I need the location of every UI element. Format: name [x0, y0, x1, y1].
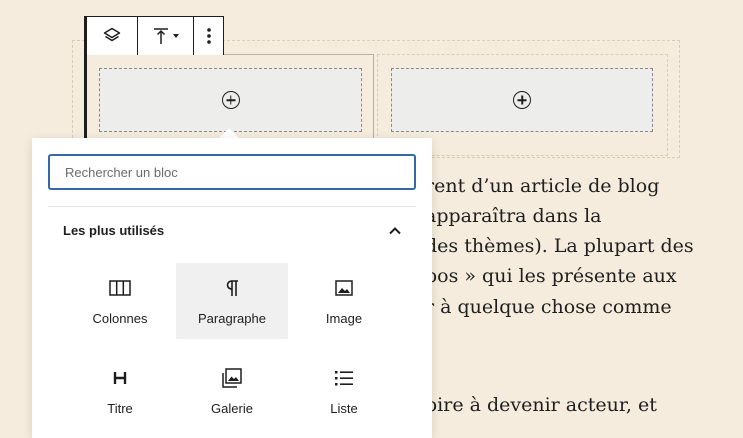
paragraph-line: apparaîtra dans la [425, 205, 602, 227]
block-item-heading[interactable]: Titre [64, 353, 176, 429]
more-options-button[interactable] [194, 17, 223, 55]
block-item-list[interactable]: Liste [288, 353, 400, 429]
more-vertical-icon [206, 28, 211, 44]
block-item-label: Colonnes [92, 311, 148, 326]
paragraph-line: pos » qui les présente aux [425, 265, 677, 287]
paragraph-icon [226, 280, 238, 296]
vertical-align-button[interactable] [138, 17, 194, 55]
chevron-up-icon [389, 227, 401, 235]
block-search-input[interactable] [48, 154, 416, 190]
chevron-down-icon [172, 34, 179, 38]
block-item-image[interactable]: Image [288, 263, 400, 339]
divider [48, 206, 416, 207]
block-toolbar [84, 16, 224, 55]
block-item-label: Paragraphe [198, 311, 266, 326]
paragraph-line: r à quelque chose comme [425, 296, 672, 318]
heading-icon [113, 372, 127, 384]
block-item-label: Galerie [211, 401, 253, 416]
paragraph-line: des thèmes). La plupart des [425, 235, 694, 257]
select-parent-button[interactable] [87, 17, 138, 55]
columns-icon [109, 280, 131, 296]
plus-circle-icon[interactable] [221, 91, 240, 109]
block-inserter-popover: Les plus utilisés Colonnes P [32, 138, 432, 438]
layers-icon [103, 27, 121, 42]
block-item-label: Image [325, 311, 363, 326]
block-item-columns[interactable]: Colonnes [64, 263, 176, 339]
block-item-label: Titre [107, 401, 133, 416]
align-top-icon [153, 28, 168, 44]
gallery-icon [222, 368, 242, 388]
paragraph-line: pire à devenir acteur, et [425, 394, 657, 416]
column-2-appender[interactable] [391, 68, 653, 132]
paragraph-line: rent d’un article de blog [425, 175, 660, 197]
column-1-appender[interactable] [99, 68, 362, 132]
list-icon [335, 371, 353, 386]
image-icon [335, 280, 353, 296]
block-item-label: Liste [330, 401, 358, 416]
collapse-section-button[interactable] [384, 220, 406, 242]
block-item-gallery[interactable]: Galerie [176, 353, 288, 429]
block-item-paragraph[interactable]: Paragraphe [176, 263, 288, 339]
plus-circle-icon[interactable] [513, 91, 531, 109]
section-title: Les plus utilisés [63, 223, 165, 238]
